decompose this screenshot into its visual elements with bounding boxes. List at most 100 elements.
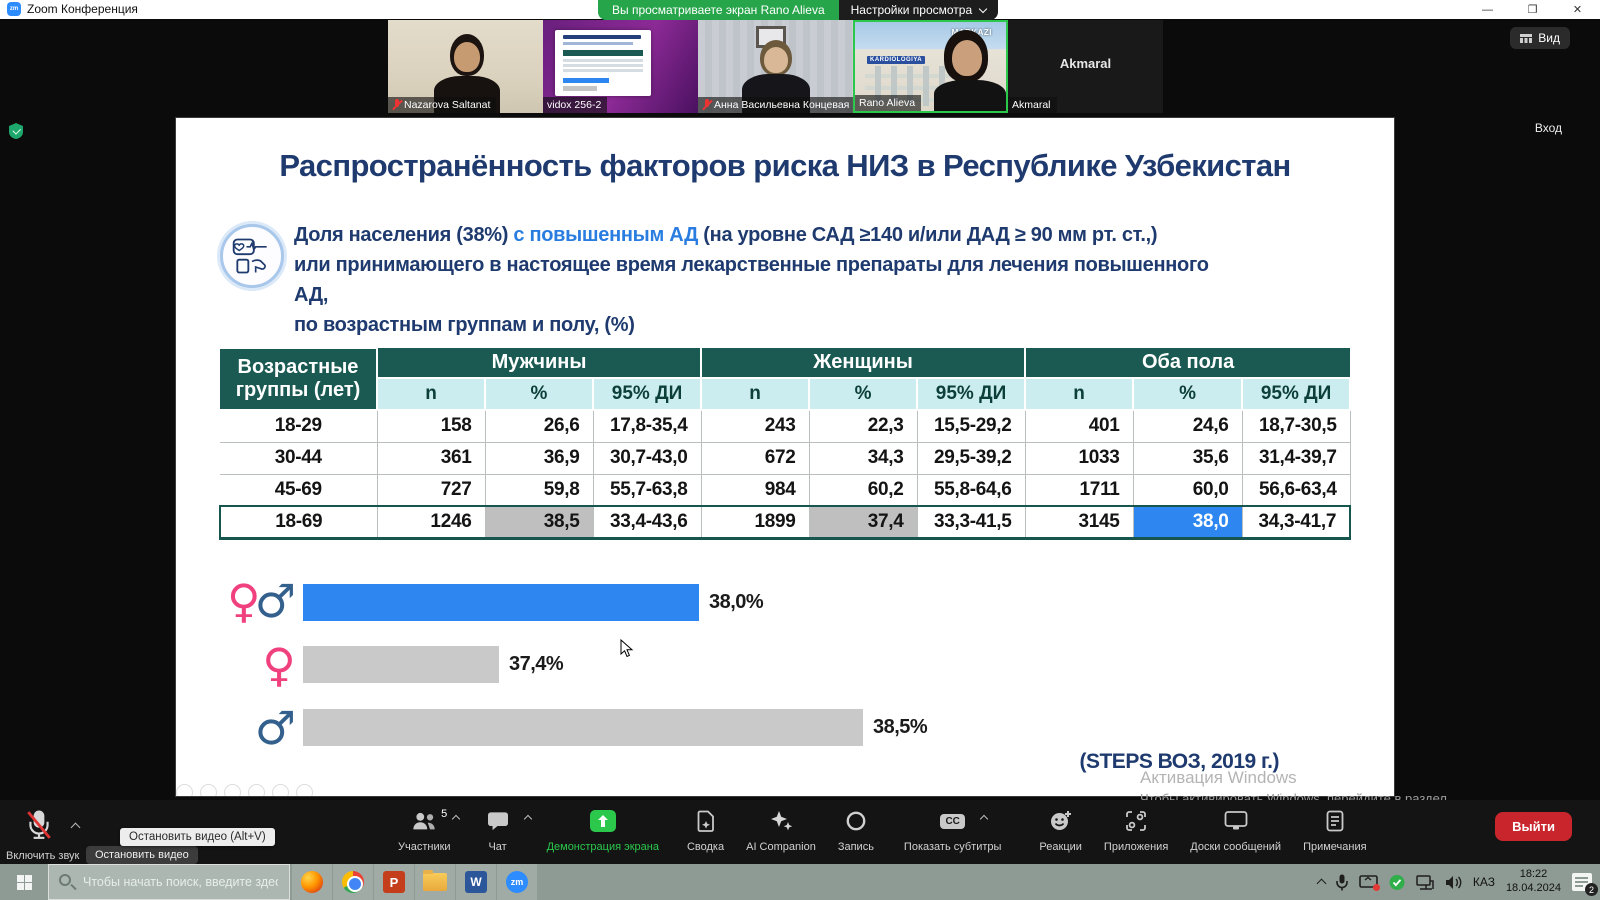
subheader-ci: 95% ДИ <box>1242 378 1350 410</box>
leave-meeting-button[interactable]: Выйти <box>1495 812 1572 841</box>
file-explorer-icon <box>423 873 447 891</box>
muted-mic-icon <box>702 99 711 111</box>
toolbar-record[interactable]: Запись <box>838 808 874 853</box>
subheader-ci: 95% ДИ <box>917 378 1025 410</box>
taskbar-app-zoom[interactable]: zm <box>497 864 537 900</box>
whiteboard-icon <box>1224 808 1248 834</box>
toolbar-apps[interactable]: Приложения <box>1104 808 1168 853</box>
clock-date: 18.04.2024 <box>1506 882 1561 896</box>
smiley-icon <box>1049 808 1073 834</box>
taskbar-app-powerpoint[interactable]: P <box>374 864 414 900</box>
participant-center-name: Akmaral <box>1008 56 1163 71</box>
taskbar-clock[interactable]: 18:22 18.04.2024 <box>1506 868 1561 896</box>
tray-overflow-chevron[interactable] <box>1316 879 1326 889</box>
sparkle-icon <box>769 808 793 834</box>
tray-network-icon[interactable] <box>1416 875 1434 890</box>
taskbar-app-word[interactable]: W <box>456 864 496 900</box>
chevron-up-icon[interactable] <box>980 815 988 823</box>
toolbar-notes[interactable]: Примечания <box>1303 808 1367 853</box>
restore-button[interactable]: ❐ <box>1510 0 1555 19</box>
zoom-toolbar: Включить звук Остановить видео Остановит… <box>0 800 1600 864</box>
notes-icon <box>1326 808 1344 834</box>
presentation-slide: Распространённость факторов риска НИЗ в … <box>175 117 1395 797</box>
video-tile-vidox[interactable]: vidox 256-2 <box>543 20 698 113</box>
table-row: 18-29 15826,617,8-35,4 24322,315,5-29,2 … <box>220 410 1350 442</box>
chevron-up-icon[interactable] <box>523 815 531 823</box>
toolbar-captions[interactable]: CC Показать субтитры <box>904 808 1002 853</box>
subheader-ci: 95% ДИ <box>593 378 701 410</box>
toolbar-ai-companion[interactable]: AI Companion <box>746 808 816 853</box>
view-button[interactable]: Вид <box>1510 27 1570 49</box>
close-button[interactable]: ✕ <box>1555 0 1600 19</box>
record-icon <box>845 808 867 834</box>
toolbar-share-screen[interactable]: Демонстрация экрана <box>547 808 659 853</box>
powerpoint-icon: P <box>383 871 405 893</box>
slide-title: Распространённость факторов риска НИЗ в … <box>176 148 1394 184</box>
start-button[interactable] <box>0 864 48 900</box>
firefox-icon <box>301 871 323 893</box>
summary-doc-icon <box>697 808 715 834</box>
keyboard-language[interactable]: КАЗ <box>1473 875 1495 889</box>
chat-icon <box>487 808 509 834</box>
participant-name: Akmaral <box>1012 99 1051 111</box>
table-header-age: Возрастные группы (лет) <box>220 348 377 410</box>
minimize-button[interactable]: — <box>1465 0 1510 19</box>
windows-taskbar: P W zm КАЗ 18:22 18.04.202 <box>0 864 1600 900</box>
video-tile-rano-active-speaker[interactable]: KARDIOLOGIYA MARKAZI Rano Alieva <box>853 20 1008 113</box>
blood-pressure-icon <box>220 224 284 288</box>
toolbar-summary[interactable]: Сводка <box>687 808 724 853</box>
subheader-n: n <box>1025 378 1133 410</box>
chrome-icon <box>342 871 364 893</box>
unmute-button[interactable] <box>26 810 56 840</box>
table-row-total: 18-69 124638,533,4-43,6 189937,433,3-41,… <box>220 506 1350 538</box>
taskbar-app-chrome[interactable] <box>333 864 373 900</box>
video-tile-nazarova[interactable]: Nazarova Saltanat <box>388 20 543 113</box>
view-settings-button[interactable]: Настройки просмотра <box>839 0 999 20</box>
slide-nav-controls[interactable] <box>176 784 313 797</box>
tray-antivirus-icon[interactable] <box>1389 874 1405 891</box>
taskbar-app-firefox[interactable] <box>292 864 332 900</box>
taskbar-app-explorer[interactable] <box>415 864 455 900</box>
search-input[interactable] <box>83 875 278 889</box>
shared-slide-preview <box>555 30 651 96</box>
highlighted-cell-both: 38,0 <box>1133 506 1242 538</box>
windows-logo-icon <box>17 875 32 890</box>
slide-subtitle: Доля населения (38%) с повышенным АД (на… <box>294 220 1234 340</box>
bar-value-label: 38,0% <box>709 591 763 614</box>
clock-time: 18:22 <box>1506 868 1561 882</box>
toolbar-participants[interactable]: 5 Участники <box>398 808 451 853</box>
highlighted-phrase: с повышенным АД <box>513 224 698 246</box>
toolbar-whiteboards[interactable]: Доски сообщений <box>1190 808 1281 853</box>
toolbar-reactions[interactable]: Реакции <box>1039 808 1082 853</box>
bar-value-label: 38,5% <box>873 716 927 739</box>
toolbar-chat[interactable]: Чат <box>487 808 509 853</box>
zoom-app-icon: zm <box>7 2 21 16</box>
table-header-both: Оба пола <box>1025 348 1350 378</box>
video-tile-anna[interactable]: Анна Васильевна Концевая <box>698 20 853 113</box>
bar-value-label: 37,4% <box>509 653 563 676</box>
tray-volume-icon[interactable] <box>1445 875 1462 890</box>
apps-icon <box>1125 808 1147 834</box>
entry-label: Вход <box>1535 121 1562 135</box>
video-tile-akmaral[interactable]: Akmaral Akmaral <box>1008 20 1163 113</box>
chevron-up-icon[interactable] <box>452 815 460 823</box>
zoom-taskbar-icon: zm <box>506 871 528 893</box>
notification-center-icon[interactable]: 2 <box>1572 873 1592 891</box>
recording-dot <box>1373 884 1380 891</box>
female-icon: ♀ <box>262 642 296 688</box>
audio-options-chevron[interactable] <box>71 823 81 833</box>
highlighted-cell-women: 37,4 <box>809 506 917 538</box>
word-icon: W <box>465 871 487 893</box>
participants-icon: 5 <box>411 808 437 834</box>
male-icon: ♂ <box>255 578 296 624</box>
taskbar-search[interactable] <box>48 864 290 900</box>
stop-video-button[interactable]: Остановить видео <box>86 846 198 864</box>
table-header-men: Мужчины <box>377 348 701 378</box>
unmute-label: Включить звук <box>6 850 79 862</box>
bar-men <box>303 709 863 746</box>
share-screen-icon <box>590 808 616 834</box>
shared-screen-stage: Вход Распространённость факторов риска Н… <box>0 115 1600 800</box>
tray-mic-icon[interactable] <box>1336 874 1348 891</box>
tray-screenshare-icon[interactable] <box>1359 875 1378 890</box>
screen-share-banner: Вы просматриваете экран Rano Alieva <box>598 0 839 20</box>
